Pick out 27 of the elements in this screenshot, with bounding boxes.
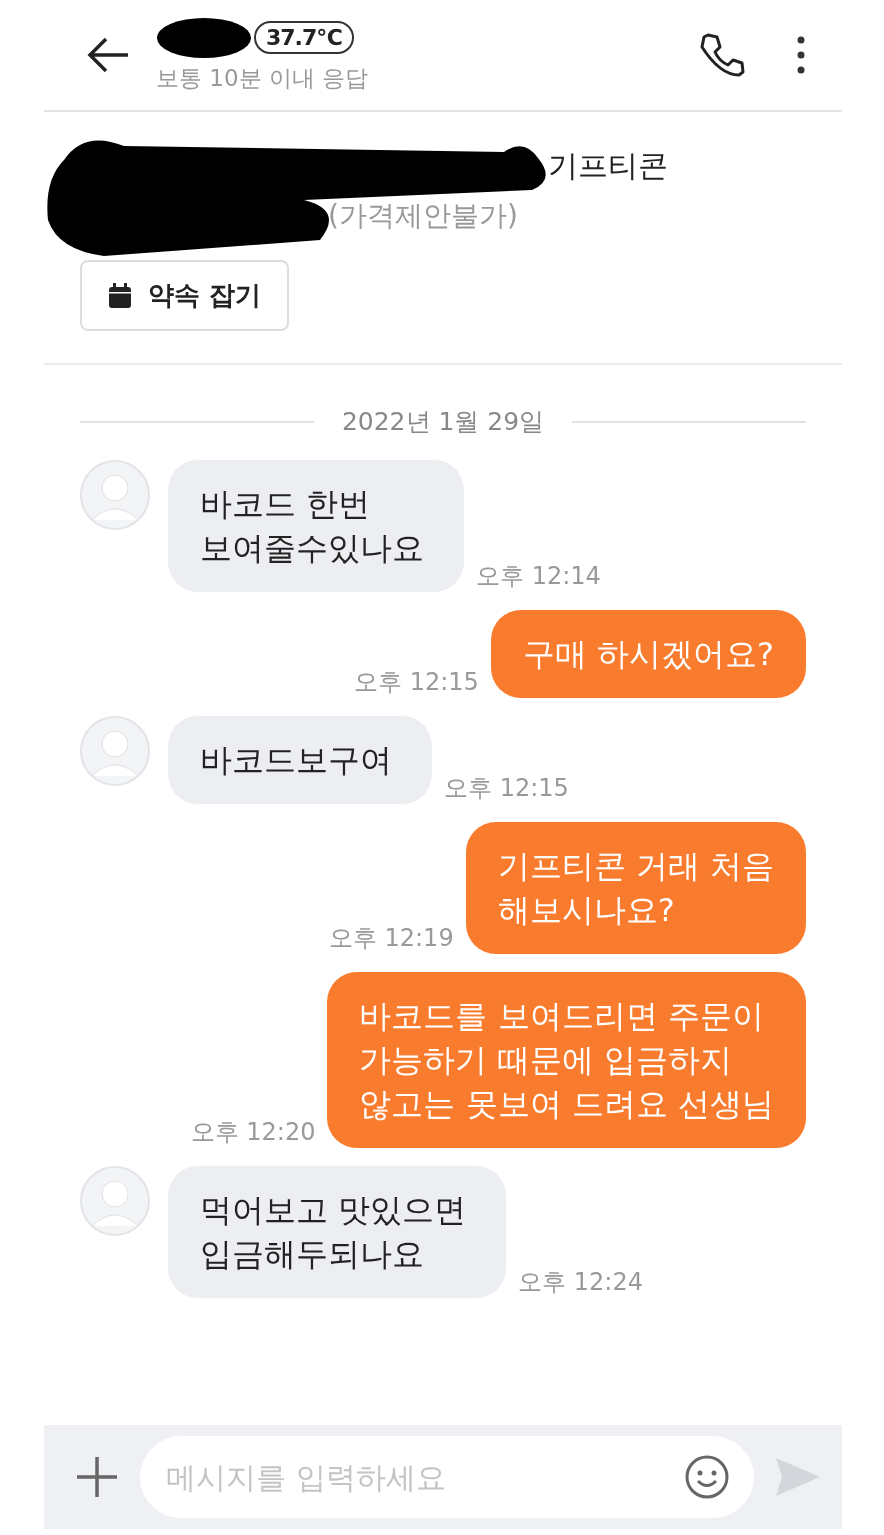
message-bubble: 구매 하시겠어요? (490, 610, 806, 698)
avatar-icon (80, 1166, 150, 1236)
message-time: 오후 12:14 (476, 561, 601, 592)
calendar-icon (108, 282, 132, 309)
more-menu-icon[interactable] (796, 35, 806, 75)
phone-icon[interactable] (698, 31, 746, 79)
message-time: 오후 12:24 (518, 1267, 643, 1298)
message-bubble: 바코드를 보여드리면 주문이 가능하기 때문에 입금하지 않고는 못보여 드려요 선생님 (327, 972, 806, 1148)
appointment-button[interactable]: 약속 잡기 (80, 260, 290, 331)
message-bubble: 먹어보고 맛있으면 입금해두되나요 (168, 1166, 507, 1298)
message-bubble: 바코드보구여 (168, 716, 432, 804)
product-title: 기프티콘 (547, 147, 669, 185)
message-time: 오후 12:20 (190, 1117, 316, 1148)
message-bubble: 바코드 한번 보여줄수있나요 (168, 460, 464, 592)
avatar-icon (80, 460, 150, 530)
smiley-icon[interactable] (684, 1454, 730, 1500)
date-divider: 2022년 1월 29일 (341, 406, 545, 438)
message-time: 오후 12:15 (354, 667, 479, 698)
message-bubble: 기프티콘 거래 처음 해보시나요? (465, 822, 806, 954)
response-time-note: 보통 10분 이내 응답 (156, 63, 369, 93)
price-note: (가격제안불가) (327, 198, 519, 234)
message-time: 오후 12:15 (444, 773, 569, 804)
plus-icon[interactable] (74, 1454, 120, 1500)
message-input-field[interactable]: 메시지를 입력하세요 (140, 1436, 754, 1518)
temperature-badge: 37.7℃ (254, 21, 354, 54)
avatar-icon (80, 716, 150, 786)
message-time: 오후 12:19 (328, 923, 454, 954)
